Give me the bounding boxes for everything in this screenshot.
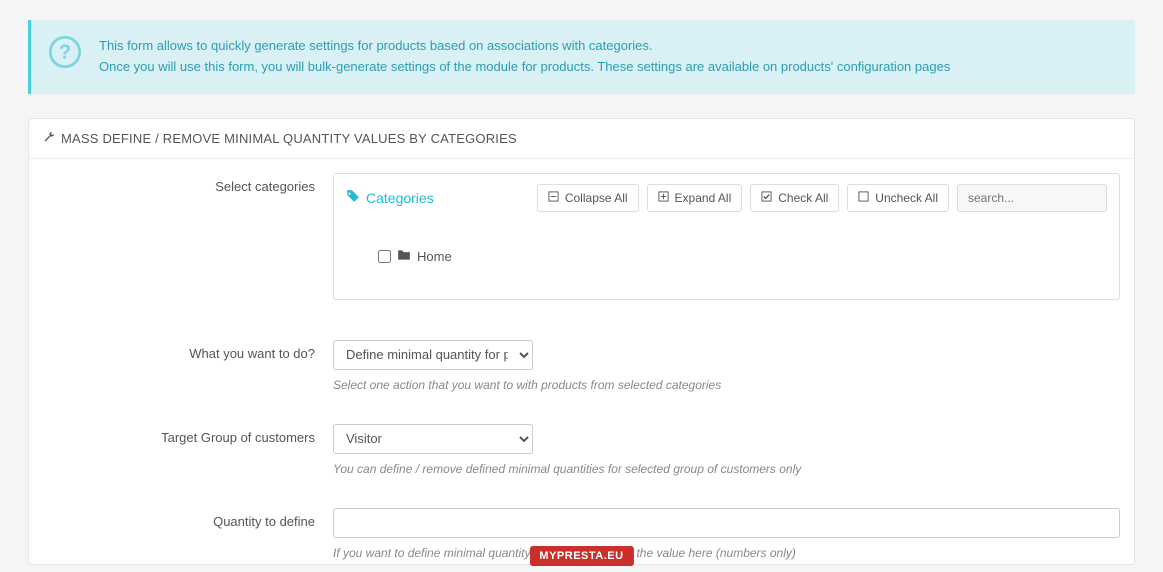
action-help: Select one action that you want to with … (333, 378, 1120, 392)
category-search-input[interactable] (957, 184, 1107, 212)
info-banner: ? This form allows to quickly generate s… (28, 20, 1135, 94)
expand-all-button[interactable]: Expand All (647, 184, 743, 212)
check-icon (761, 191, 772, 205)
action-label: What you want to do? (43, 340, 333, 392)
panel-title: MASS DEFINE / REMOVE MINIMAL QUANTITY VA… (61, 131, 517, 146)
expand-icon (658, 191, 669, 205)
panel-heading: MASS DEFINE / REMOVE MINIMAL QUANTITY VA… (29, 119, 1134, 159)
quantity-input[interactable] (333, 508, 1120, 538)
group-select[interactable]: Visitor (333, 424, 533, 454)
categories-heading: Categories (346, 189, 434, 206)
qty-help: If you want to define minimal quantity r… (333, 546, 1120, 560)
info-text-line1: This form allows to quickly generate set… (99, 36, 950, 57)
tree-item-home[interactable]: Home (378, 248, 1107, 265)
question-icon: ? (49, 36, 81, 68)
collapse-icon (548, 191, 559, 205)
collapse-all-button[interactable]: Collapse All (537, 184, 639, 212)
tag-icon (346, 189, 360, 206)
action-select[interactable]: Define minimal quantity for p (333, 340, 533, 370)
tree-label-home: Home (417, 249, 452, 264)
categories-label: Select categories (43, 173, 333, 300)
tree-checkbox-home[interactable] (378, 250, 391, 263)
wrench-icon (43, 131, 55, 146)
qty-label: Quantity to define (43, 508, 333, 560)
uncheck-icon (858, 191, 869, 205)
uncheck-all-button[interactable]: Uncheck All (847, 184, 949, 212)
folder-icon (397, 248, 411, 265)
footer-badge: MYPRESTA.EU (529, 546, 633, 566)
category-tree-box: Categories Collapse All Expand All (333, 173, 1120, 300)
svg-text:?: ? (59, 42, 71, 64)
group-label: Target Group of customers (43, 424, 333, 476)
info-text-line2: Once you will use this form, you will bu… (99, 57, 950, 78)
mass-define-panel: MASS DEFINE / REMOVE MINIMAL QUANTITY VA… (28, 118, 1135, 565)
group-help: You can define / remove defined minimal … (333, 462, 1120, 476)
check-all-button[interactable]: Check All (750, 184, 839, 212)
